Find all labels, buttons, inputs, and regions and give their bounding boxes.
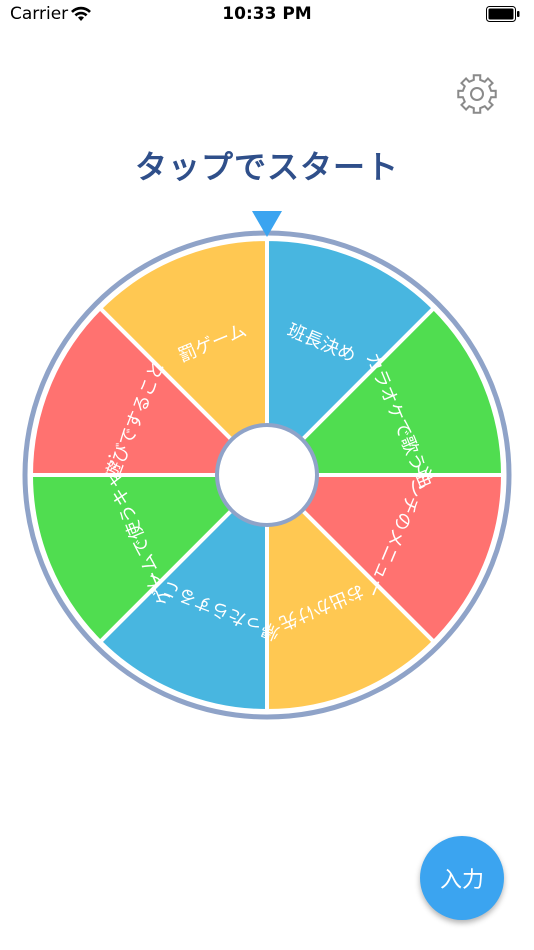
status-bar: Carrier 10:33 PM [0, 0, 534, 32]
clock: 10:33 PM [222, 4, 312, 24]
wheel-center-hub [215, 423, 319, 527]
gear-icon[interactable] [455, 72, 499, 116]
input-button[interactable]: 入力 [420, 836, 504, 920]
roulette-wheel[interactable]: 班長決めカラオケで歌う曲ランチのメニューお出かけ先帰ったらすることゲームで使うキ… [0, 200, 534, 730]
page-title[interactable]: タップでスタート [0, 142, 534, 188]
battery-icon [486, 6, 520, 22]
